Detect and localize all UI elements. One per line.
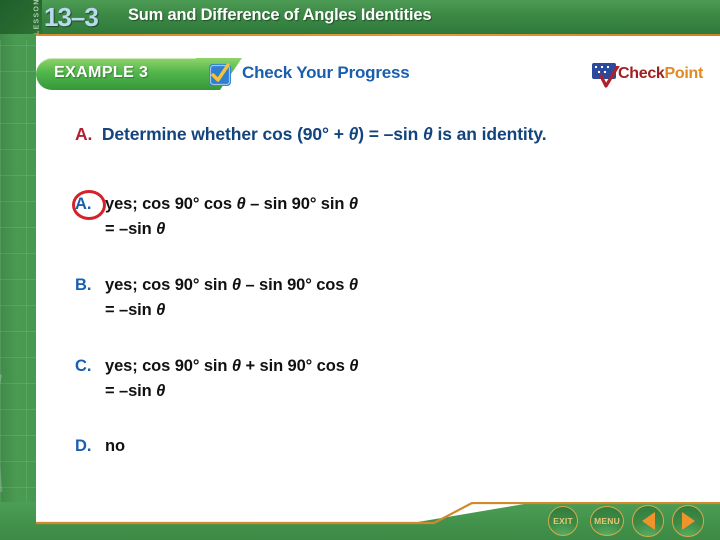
choice-c-theta1: θ — [231, 357, 241, 375]
choice-b-label: B. — [75, 276, 92, 294]
choice-b-theta1: θ — [231, 276, 241, 294]
sidebar-swoosh-decoration-2 — [0, 397, 36, 493]
question-theta-1: θ — [348, 124, 359, 144]
checkmark-icon — [599, 64, 620, 88]
checkpoint-word-check: Check — [618, 65, 665, 82]
choice-b-line1a: yes; cos 90° sin — [105, 276, 232, 294]
choice-d-label: D. — [75, 437, 92, 455]
choice-a[interactable]: A. yes; cos 90° cos θ – sin 90° sin θ = –s… — [75, 192, 675, 242]
example-band: EXAMPLE 3 Check Your Progress — [36, 58, 636, 96]
choice-c-theta2: θ — [349, 357, 359, 375]
page-title: Sum and Difference of Angles Identities — [128, 6, 432, 24]
choice-a-line1b: – sin 90° sin — [245, 195, 349, 213]
choice-d[interactable]: D. no — [75, 434, 675, 459]
forward-button[interactable] — [672, 505, 704, 537]
header-accent-rule — [36, 34, 720, 36]
choice-a-theta3: θ — [156, 220, 166, 238]
choice-d-line1a: no — [105, 437, 125, 455]
choice-b-theta2: θ — [348, 276, 358, 294]
lesson-number: 13–3 — [44, 2, 99, 32]
footer-accent-rule — [36, 502, 720, 525]
choice-c-text: yes; cos 90° sin θ + sin 90° cos θ = –sin… — [105, 354, 535, 404]
checkbox-checked-icon — [208, 63, 232, 87]
question-text: A. Determine whether cos (90° + θ) = –si… — [75, 122, 645, 147]
question-body-1: Determine whether cos (90° + — [101, 124, 349, 144]
left-sidebar — [0, 0, 36, 540]
choice-b-line1b: – sin 90° cos — [241, 276, 349, 294]
choice-c-label: C. — [75, 357, 92, 375]
choice-b[interactable]: B. yes; cos 90° sin θ – sin 90° cos θ = –s… — [75, 273, 675, 323]
choice-c-theta3: θ — [156, 382, 166, 400]
choice-c-line1b: + sin 90° cos — [241, 357, 350, 375]
choice-a-theta2: θ — [348, 195, 358, 213]
header-bar: LESSON 13–3 Sum and Difference of Angles… — [0, 0, 720, 34]
slide-root: LESSON 13–3 Sum and Difference of Angles… — [0, 0, 720, 540]
choice-a-theta1: θ — [236, 195, 246, 213]
example-label: EXAMPLE 3 — [54, 64, 149, 81]
question-body-3: is an identity. — [432, 124, 547, 144]
question-body-2: ) = –sin — [358, 124, 424, 144]
arrow-right-icon — [681, 512, 695, 530]
checkpoint-word-point: Point — [664, 65, 704, 82]
choice-a-text: yes; cos 90° cos θ – sin 90° sin θ = –sin… — [105, 192, 535, 242]
menu-button-label: MENU — [594, 516, 620, 526]
choice-a-line2a: = –sin — [105, 220, 157, 238]
choice-d-text: no — [105, 434, 535, 459]
choice-b-line2a: = –sin — [105, 301, 157, 319]
check-your-progress-label: Check Your Progress — [242, 63, 410, 82]
choice-b-theta3: θ — [156, 301, 166, 319]
choice-c-line2a: = –sin — [105, 382, 157, 400]
choice-c[interactable]: C. yes; cos 90° sin θ + sin 90° cos θ = –s… — [75, 354, 675, 404]
exit-button[interactable]: EXIT — [548, 506, 578, 536]
correct-answer-ring — [72, 190, 106, 220]
question-label: A. — [75, 124, 93, 144]
exit-button-label: EXIT — [553, 516, 573, 526]
choice-a-line1a: yes; cos 90° cos — [105, 195, 237, 213]
arrow-left-icon — [641, 512, 655, 530]
back-button[interactable] — [632, 505, 664, 537]
question-theta-2: θ — [423, 124, 433, 144]
content-panel — [36, 36, 720, 502]
choice-b-text: yes; cos 90° sin θ – sin 90° cos θ = –sin… — [105, 273, 535, 323]
menu-button[interactable]: MENU — [590, 506, 624, 536]
checkpoint-logo: CheckPoint — [592, 62, 703, 92]
checkpoint-wordmark: CheckPoint — [618, 65, 703, 83]
choice-c-line1a: yes; cos 90° sin — [105, 357, 232, 375]
